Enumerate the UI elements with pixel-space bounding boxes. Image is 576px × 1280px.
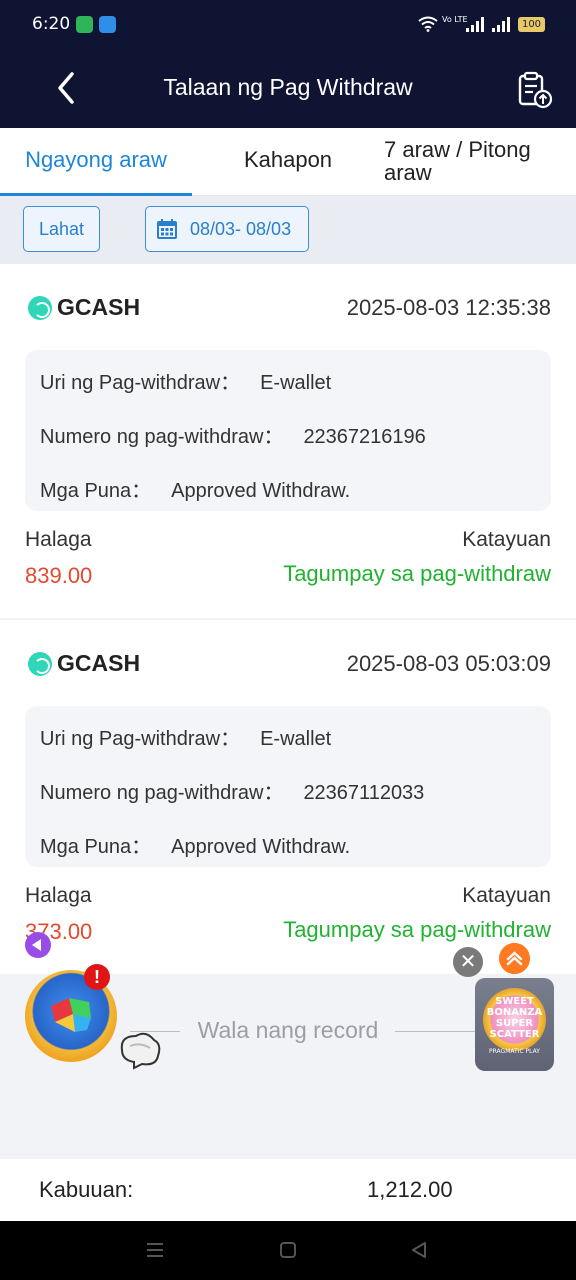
tab-seven-days[interactable]: 7 araw / Pitong araw: [384, 128, 576, 194]
withdraw-record: GCASH 2025-08-03 05:03:09 Uri ng Pag-wit…: [0, 620, 576, 974]
chat-bubble-icon[interactable]: [116, 1028, 164, 1070]
withdraw-record: GCASH 2025-08-03 12:35:38 Uri ng Pag-wit…: [0, 264, 576, 618]
filter-bar: Lahat 08/03- 08/03: [0, 196, 576, 264]
withdraw-number-label: Numero ng pag-withdraw：: [40, 782, 284, 804]
back-nav-icon[interactable]: [408, 1239, 430, 1261]
battery-icon: 100: [518, 17, 545, 32]
withdraw-type-value: E-wallet: [260, 372, 332, 394]
amount-label: Halaga: [25, 884, 92, 907]
home-nav-icon[interactable]: [277, 1239, 299, 1261]
date-tabs: Ngayong araw Kahapon 7 araw / Pitong ara…: [0, 128, 576, 196]
status-label: Katayuan: [462, 884, 551, 907]
payment-method-label: GCASH: [57, 294, 141, 320]
amount-label: Halaga: [25, 528, 92, 551]
close-float-button[interactable]: ✕: [453, 947, 483, 977]
record-datetime: 2025-08-03 05:03:09: [346, 651, 551, 676]
record-datetime: 2025-08-03 12:35:38: [346, 295, 551, 320]
page-title: Talaan ng Pag Withdraw: [163, 74, 413, 100]
scroll-up-icon[interactable]: [499, 943, 530, 974]
signal-icon: [466, 17, 484, 32]
calendar-icon: [157, 219, 177, 239]
filter-all-button[interactable]: Lahat: [23, 206, 100, 252]
tab-today[interactable]: Ngayong araw: [0, 128, 192, 196]
alert-badge: !: [84, 964, 110, 990]
withdraw-type-value: E-wallet: [260, 728, 332, 750]
status-time: 6:20: [32, 14, 71, 34]
withdraw-number-row: Numero ng pag-withdraw： 22367216196: [40, 420, 426, 449]
promo-game-brand: PRAGMATIC PLAY: [489, 1048, 540, 1055]
withdraw-number-row: Numero ng pag-withdraw： 22367112033: [40, 776, 424, 805]
system-nav-bar: [0, 1221, 576, 1280]
clipboard-upload-icon[interactable]: [514, 70, 554, 110]
wifi-icon: [418, 16, 438, 32]
promo-game-title: SWEET BONANZA SUPER SCATTER: [486, 996, 543, 1040]
record-details: Uri ng Pag-withdraw： E-wallet Numero ng p…: [25, 706, 551, 867]
menu-nav-icon[interactable]: [144, 1239, 166, 1261]
volte-indicator: Vo LTE: [442, 15, 468, 24]
remarks-label: Mga Puna：: [40, 480, 152, 502]
total-bar: Kabuuan: 1,212.00: [0, 1159, 576, 1221]
gcash-logo-icon: [28, 652, 52, 676]
status-value: Tagumpay sa pag-withdraw: [283, 561, 551, 586]
payment-method: GCASH: [28, 650, 140, 677]
top-bar: 6:20 Vo LTE 100 Talaan ng Pag Withdraw: [0, 0, 576, 128]
gcash-logo-icon: [28, 296, 52, 320]
signal-icon-2: [492, 17, 510, 32]
remarks-row: Mga Puna： Approved Withdraw.: [40, 830, 350, 859]
divider-line: [395, 1031, 475, 1032]
total-value: 1,212.00: [367, 1177, 453, 1202]
remarks-value: Approved Withdraw.: [171, 480, 351, 502]
remarks-row: Mga Puna： Approved Withdraw.: [40, 474, 350, 503]
app-notification-icon: [99, 16, 116, 33]
payment-method-label: GCASH: [57, 650, 141, 676]
status-label: Katayuan: [462, 528, 551, 551]
remarks-label: Mga Puna：: [40, 836, 152, 858]
record-details: Uri ng Pag-withdraw： E-wallet Numero ng p…: [25, 350, 551, 511]
status-bar: 6:20 Vo LTE 100: [0, 0, 576, 52]
promo-game-button[interactable]: SWEET BONANZA SUPER SCATTER PRAGMATIC PL…: [475, 978, 554, 1071]
withdraw-type-row: Uri ng Pag-withdraw： E-wallet: [40, 366, 331, 395]
gift-box-icon: [51, 998, 91, 1032]
withdraw-type-label: Uri ng Pag-withdraw：: [40, 728, 241, 750]
collapse-float-button[interactable]: [25, 932, 51, 958]
date-range-label: 08/03- 08/03: [190, 219, 292, 239]
remarks-value: Approved Withdraw.: [171, 836, 351, 858]
withdraw-number-value: 22367112033: [303, 782, 425, 804]
payment-method: GCASH: [28, 294, 140, 321]
date-range-button[interactable]: 08/03- 08/03: [145, 206, 309, 252]
withdraw-type-row: Uri ng Pag-withdraw： E-wallet: [40, 722, 331, 751]
withdraw-number-value: 22367216196: [303, 426, 426, 448]
app-header: Talaan ng Pag Withdraw: [0, 52, 576, 128]
total-label: Kabuuan:: [39, 1177, 134, 1202]
status-value: Tagumpay sa pag-withdraw: [283, 917, 551, 942]
messages-app-icon: [76, 16, 93, 33]
withdraw-type-label: Uri ng Pag-withdraw：: [40, 372, 241, 394]
amount-value: 839.00: [25, 563, 93, 588]
tab-yesterday[interactable]: Kahapon: [192, 128, 384, 194]
withdraw-number-label: Numero ng pag-withdraw：: [40, 426, 284, 448]
